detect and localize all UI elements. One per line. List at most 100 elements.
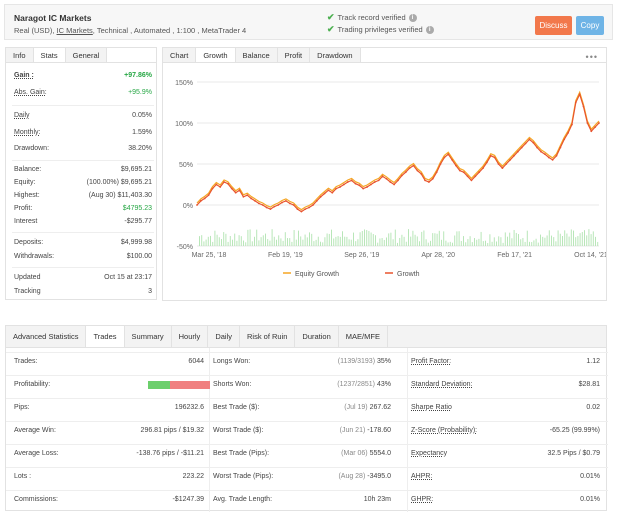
shorts-won-detail: (1237/2851) [337, 381, 376, 388]
profit-factor-label: Profit Factor: [411, 358, 452, 365]
discuss-button[interactable]: Discuss [535, 16, 572, 35]
volume-bar [320, 241, 321, 246]
copy-button[interactable]: Copy [576, 16, 604, 35]
volume-bar [269, 240, 271, 246]
volume-bar [234, 233, 236, 246]
volume-bar [507, 236, 508, 246]
volume-bar [425, 239, 427, 246]
tab-trades[interactable]: Trades [86, 326, 125, 347]
equity-label: Equity: [14, 179, 36, 186]
growth-point [312, 204, 314, 206]
check-icon: ✔ [327, 24, 335, 34]
tab-risk-of-ruin[interactable]: Risk of Ruin [239, 326, 296, 347]
worst-pips-detail: (Aug 28) [338, 473, 366, 480]
volume-bar [203, 241, 205, 246]
volume-bar [445, 240, 447, 246]
volume-bar [562, 236, 563, 246]
highest-label: Highest: [14, 192, 40, 199]
sharpe-label: Sharpe Ratio [411, 404, 452, 411]
abs-gain-value: +95.9% [128, 89, 152, 96]
trades-label: Trades: [14, 358, 38, 365]
chart-menu-icon[interactable]: ••• [586, 52, 598, 62]
avg-loss-value: -138.76 pips / -$11.21 [136, 450, 204, 457]
volume-bar [447, 242, 449, 246]
info-icon[interactable]: i [425, 25, 434, 34]
balance-row: Balance: $9,695.21 [14, 166, 152, 173]
growth-point [428, 181, 430, 183]
tab-profit[interactable]: Profit [277, 48, 311, 62]
volume-bar [355, 241, 357, 246]
volume-bar [522, 237, 524, 246]
volume-bar [421, 231, 423, 246]
growth-point [513, 154, 515, 157]
tab-growth[interactable]: Growth [196, 48, 236, 62]
track-record-verified: ✔ Track record verified i [327, 12, 417, 23]
tab-mae-mfe[interactable]: MAE/MFE [338, 326, 388, 347]
volume-bar [575, 237, 577, 246]
volume-bar [515, 232, 517, 246]
tab-general[interactable]: General [65, 48, 108, 62]
abs-gain-row: Abs. Gain: +95.9% [14, 89, 152, 96]
growth-point [335, 187, 338, 190]
growth-point [261, 204, 264, 206]
tab-daily[interactable]: Daily [208, 326, 240, 347]
volume-bar [548, 230, 550, 246]
profitability-label: Profitability: [14, 381, 51, 388]
avg-trade-length-value: 10h 23m [363, 496, 391, 503]
volume-bar [324, 237, 326, 246]
worst-trade-detail: (Jun 21) [339, 427, 366, 434]
avg-win-label: Average Win: [14, 427, 56, 434]
worst-trade-value: -178.60 [367, 427, 391, 434]
volume-bar [361, 230, 363, 246]
volume-bar [584, 230, 585, 246]
tracking-value: 3 [148, 288, 152, 295]
volume-bar [465, 242, 467, 246]
expectancy-value: 32.5 Pips / $0.79 [547, 450, 600, 457]
gain-value: +97.86% [124, 72, 152, 79]
lots-label: Lots : [14, 473, 32, 480]
tab-duration[interactable]: Duration [295, 326, 339, 347]
tab-hourly[interactable]: Hourly [171, 326, 209, 347]
volume-bar [247, 229, 249, 246]
volume-bar [535, 238, 537, 246]
chart-panel: Chart Growth Balance Profit Drawdown •••… [162, 47, 607, 301]
growth-point [308, 206, 310, 209]
updated-row: Updated Oct 15 at 23:17 [14, 274, 152, 281]
volume-bar [537, 242, 539, 246]
volume-bar [557, 230, 559, 246]
volume-bar [518, 234, 519, 246]
growth-point [250, 197, 253, 200]
volume-bar [232, 239, 233, 246]
volume-bar [469, 236, 471, 246]
tab-chart[interactable]: Chart [163, 48, 197, 62]
volume-bar [399, 237, 401, 246]
tab-drawdown[interactable]: Drawdown [310, 48, 361, 62]
growth-point [486, 161, 488, 164]
volume-bar [449, 241, 451, 246]
growth-point [547, 156, 550, 159]
broker-link[interactable]: IC Markets [57, 26, 93, 35]
tab-summary[interactable]: Summary [124, 326, 172, 347]
volume-bar [335, 236, 337, 246]
volume-bar [419, 241, 420, 246]
growth-point [435, 171, 438, 174]
advanced-statistics-panel: Advanced Statistics Trades Summary Hourl… [5, 325, 608, 512]
volume-bar [366, 230, 368, 246]
info-icon[interactable]: i [408, 13, 417, 22]
growth-point [227, 182, 229, 185]
growth-point [466, 175, 469, 178]
stats-row: Trades: 6044 Longs Won: (1139/3193) 35% … [6, 352, 608, 371]
growth-point [223, 181, 225, 183]
volume-bar [243, 240, 244, 246]
volume-bar [214, 230, 216, 246]
growth-point [381, 175, 384, 178]
volume-bar [265, 233, 266, 246]
volume-bar [458, 231, 460, 246]
tab-info[interactable]: Info [6, 48, 34, 62]
growth-point [327, 189, 330, 192]
volume-bar [278, 235, 280, 246]
growth-point [470, 179, 473, 182]
tab-balance[interactable]: Balance [235, 48, 278, 62]
volume-bar [504, 232, 506, 246]
tab-stats[interactable]: Stats [33, 48, 66, 62]
